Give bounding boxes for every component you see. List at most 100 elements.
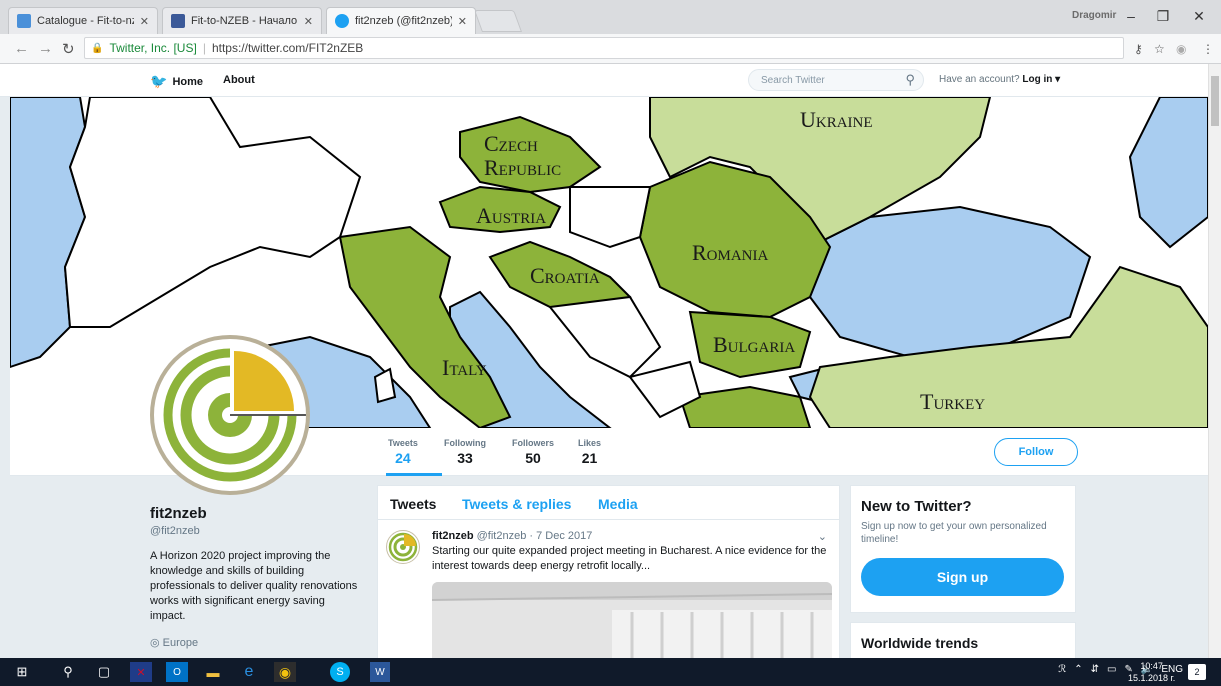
notification-center-icon[interactable]: 2: [1188, 664, 1206, 680]
tweet-author-handle[interactable]: @fit2nzeb: [477, 530, 527, 542]
star-icon[interactable]: ☆: [1154, 42, 1165, 56]
search-icon[interactable]: ⚲: [58, 662, 78, 682]
profile-name[interactable]: fit2nzeb: [150, 505, 360, 522]
close-tab-icon[interactable]: ✕: [304, 15, 313, 28]
task-view-icon[interactable]: ▢: [94, 662, 114, 682]
reload-icon[interactable]: ↻: [62, 40, 75, 58]
stat-following[interactable]: Following 33: [444, 438, 486, 466]
twitter-bird-icon: 🐦: [150, 73, 168, 89]
close-tab-icon[interactable]: ✕: [458, 15, 467, 28]
close-tab-icon[interactable]: ✕: [140, 15, 149, 28]
chevron-up-icon[interactable]: ⌃: [1074, 664, 1082, 675]
stat-value: 24: [395, 450, 411, 466]
profile-handle[interactable]: @fit2nzeb: [150, 525, 360, 537]
tweet-photo[interactable]: [432, 582, 832, 664]
twitter-top-nav: 🐦 Home About Search Twitter ⚲ Have an ac…: [0, 64, 1208, 97]
edge-icon[interactable]: e: [238, 662, 260, 682]
search-placeholder: Search Twitter: [761, 75, 825, 86]
battery-icon[interactable]: ▭: [1107, 664, 1116, 675]
tab-media[interactable]: Media: [598, 496, 638, 512]
clock[interactable]: 10:47 15.1.2018 г.: [1128, 660, 1175, 684]
search-input[interactable]: Search Twitter ⚲: [748, 69, 924, 91]
search-icon[interactable]: ⚲: [905, 72, 915, 88]
tab-label: fit2nzeb (@fit2nzeb) | Tw: [355, 15, 452, 27]
stat-label: Followers: [512, 438, 555, 448]
stat-tweets[interactable]: Tweets 24: [388, 438, 418, 466]
extension-icon[interactable]: ◉: [1176, 42, 1186, 56]
new-to-twitter-title: New to Twitter?: [861, 498, 972, 515]
tab-catalogue[interactable]: Catalogue - Fit-to-nzeb ✕: [8, 7, 158, 34]
chrome-icon[interactable]: ◉: [274, 662, 296, 682]
fit2nzeb-logo-icon: [388, 532, 418, 562]
url-input[interactable]: 🔒 Twitter, Inc. [US] | https://twitter.c…: [84, 37, 1124, 59]
file-explorer-icon[interactable]: ▬: [202, 662, 224, 682]
stat-value: 21: [581, 450, 598, 466]
forward-arrow-icon[interactable]: →: [38, 40, 53, 57]
label-bulgaria: Bulgaria: [713, 332, 796, 357]
url-text: https://twitter.com/FIT2nZEB: [211, 41, 364, 55]
stat-likes[interactable]: Likes 21: [578, 438, 601, 466]
twitter-favicon-icon: [335, 14, 349, 28]
new-to-twitter-subtitle: Sign up now to get your own personalized…: [861, 521, 1047, 545]
window-user-name[interactable]: Dragomir: [1072, 10, 1116, 21]
tab-tweets[interactable]: Tweets: [390, 496, 436, 512]
profile-location: ◎ Europe: [150, 636, 360, 649]
tweet-date[interactable]: · 7 Dec 2017: [529, 530, 592, 542]
outlook-icon[interactable]: O: [166, 662, 188, 682]
stat-label: Following: [444, 438, 486, 448]
profile-bio: A Horizon 2020 project improving the kno…: [150, 550, 358, 622]
word-icon[interactable]: W: [370, 662, 390, 682]
label-austria: Austria: [476, 203, 547, 228]
tab-label: Catalogue - Fit-to-nzeb: [37, 15, 134, 27]
location-pin-icon: ◎: [150, 637, 163, 649]
uk-flag-icon[interactable]: ✕: [130, 662, 152, 682]
timeline: Tweets Tweets & replies Media fit2nzeb @…: [377, 485, 840, 665]
close-window-icon[interactable]: ✕: [1184, 8, 1214, 25]
login-link[interactable]: Log in: [1022, 74, 1052, 85]
label-ukraine: Ukraine: [800, 107, 873, 132]
tab-tweets-replies[interactable]: Tweets & replies: [462, 496, 571, 512]
tweet-author-name[interactable]: fit2nzeb: [432, 530, 474, 542]
back-arrow-icon[interactable]: ←: [14, 40, 29, 57]
tab-fit-to-nzeb[interactable]: Fit-to-NZEB - Начало ✕: [162, 7, 322, 34]
catalogue-favicon-icon: [17, 14, 31, 28]
browser-tab-bar: Catalogue - Fit-to-nzeb ✕ Fit-to-NZEB - …: [0, 0, 1221, 34]
profile-avatar[interactable]: [150, 335, 310, 495]
sign-up-button[interactable]: Sign up: [861, 558, 1064, 596]
nav-home[interactable]: 🐦 Home: [150, 73, 203, 90]
minimize-icon[interactable]: –: [1116, 8, 1146, 24]
clock-time: 10:47: [1140, 661, 1163, 671]
follow-button[interactable]: Follow: [994, 438, 1078, 466]
page-scrollbar[interactable]: [1208, 64, 1221, 658]
nav-about[interactable]: About: [223, 74, 255, 86]
people-icon[interactable]: ℛ: [1058, 664, 1066, 675]
nav-home-label: Home: [172, 75, 203, 88]
facebook-favicon-icon: [171, 14, 185, 28]
profile-info: fit2nzeb @fit2nzeb A Horizon 2020 projec…: [150, 505, 360, 649]
key-icon[interactable]: ⚷: [1134, 42, 1143, 56]
windows-start-icon[interactable]: ⊞: [12, 662, 32, 682]
menu-dots-icon[interactable]: ⋮: [1202, 42, 1214, 56]
tab-twitter[interactable]: fit2nzeb (@fit2nzeb) | Tw ✕: [326, 7, 476, 34]
new-tab-button[interactable]: [473, 10, 523, 32]
location-text: Europe: [162, 637, 199, 649]
skype-icon[interactable]: S: [330, 662, 350, 682]
stat-value: 50: [525, 450, 541, 466]
label-romania: Romania: [692, 240, 769, 265]
tweet-text: Starting our quite expanded project meet…: [432, 545, 827, 572]
tab-label: Fit-to-NZEB - Начало: [191, 15, 298, 27]
chevron-down-icon[interactable]: ▾: [1052, 74, 1060, 85]
lock-icon: 🔒: [91, 42, 104, 54]
stat-followers[interactable]: Followers 50: [512, 438, 554, 466]
separator: |: [202, 41, 206, 55]
clock-date: 15.1.2018 г.: [1128, 673, 1176, 683]
scrollbar-thumb[interactable]: [1211, 76, 1219, 126]
chevron-down-icon[interactable]: ⌄: [818, 530, 827, 543]
notification-count: 2: [1194, 667, 1200, 677]
network-icon[interactable]: ⇵: [1091, 664, 1099, 675]
tweet-avatar[interactable]: [386, 530, 420, 564]
login-prompt: Have an account? Log in ▾: [939, 74, 1060, 85]
restore-icon[interactable]: ❐: [1148, 8, 1178, 25]
have-account-text: Have an account?: [939, 74, 1020, 85]
label-czech: Czech: [484, 131, 538, 156]
